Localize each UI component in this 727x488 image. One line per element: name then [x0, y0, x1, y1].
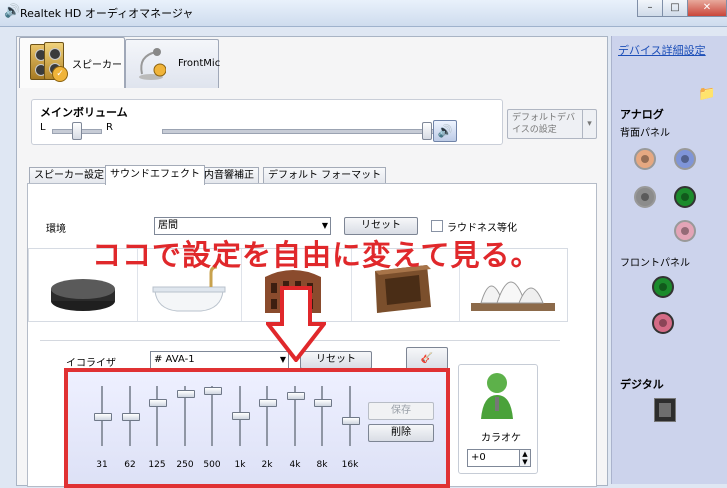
title-bar: 🔊 Realtek HD オーディオマネージャ – □ ✕ — [0, 0, 727, 27]
jack-blue-icon[interactable] — [674, 148, 696, 170]
eq-band-label: 250 — [176, 460, 194, 470]
eq-band-thumb[interactable] — [149, 399, 167, 407]
eq-band-label: 2k — [261, 460, 273, 470]
equalizer-panel: 31 62 125 250 500 1k 2k 4k 8k 16k 保存 削除 — [64, 368, 450, 488]
karaoke-singer-icon — [481, 373, 513, 419]
digital-heading: デジタル — [620, 378, 664, 391]
chevron-down-icon: ▾ — [582, 110, 596, 138]
equalizer-delete-button[interactable]: 削除 — [368, 424, 434, 442]
window-title: Realtek HD オーディオマネージャ — [20, 7, 194, 20]
environment-label: 環境 — [46, 224, 66, 235]
annotation-arrow-icon — [266, 286, 326, 362]
eq-band-track — [349, 386, 351, 446]
default-device-button[interactable]: デフォルトデバイスの設定 ▾ — [507, 109, 597, 139]
eq-band-label: 31 — [96, 460, 108, 470]
sidebar: デバイス詳細設定 📁 アナログ 背面パネル フロントパネル デジタル — [611, 36, 727, 484]
folder-icon[interactable]: 📁 — [698, 86, 715, 102]
eq-band-thumb[interactable] — [287, 392, 305, 400]
jack-green-active-icon[interactable] — [674, 186, 696, 208]
digital-port-icon[interactable] — [654, 398, 676, 422]
eq-band-thumb[interactable] — [259, 399, 277, 407]
balance-right-label: R — [106, 122, 113, 133]
eq-band-label: 1k — [234, 460, 246, 470]
jack-front-pink-icon[interactable] — [652, 312, 674, 334]
eq-band-label: 4k — [289, 460, 301, 470]
eq-band-track — [211, 386, 213, 446]
eq-band-thumb[interactable] — [232, 412, 250, 420]
eq-band-slider[interactable] — [312, 386, 332, 450]
eq-band-track — [321, 386, 323, 446]
jack-orange-icon[interactable] — [634, 148, 656, 170]
jack-gray-icon[interactable] — [634, 186, 656, 208]
eq-band-slider[interactable] — [257, 386, 277, 450]
eq-band-label: 62 — [124, 460, 136, 470]
tab-frontmic-label: FrontMic — [178, 58, 221, 69]
balance-slider-thumb[interactable] — [72, 122, 82, 140]
volume-slider-thumb[interactable] — [422, 122, 432, 140]
default-device-label: デフォルトデバイスの設定 — [512, 113, 576, 135]
eq-band-slider[interactable] — [285, 386, 305, 450]
equalizer-label: イコライザ — [66, 358, 116, 369]
eq-band-slider[interactable] — [147, 386, 167, 450]
eq-band-thumb[interactable] — [204, 387, 222, 395]
eq-band-slider[interactable] — [120, 386, 140, 450]
eq-band-thumb[interactable] — [314, 399, 332, 407]
eq-band-track — [266, 386, 268, 446]
eq-band-thumb[interactable] — [342, 417, 360, 425]
eq-band-label: 500 — [203, 460, 221, 470]
tab-speaker-settings[interactable]: スピーカー設定 — [29, 167, 109, 184]
balance-left-label: L — [40, 122, 46, 133]
eq-band-slider[interactable] — [92, 386, 112, 450]
eq-band-thumb[interactable] — [94, 413, 112, 421]
eq-band-slider[interactable] — [175, 386, 195, 450]
microphone-icon — [139, 48, 166, 80]
analog-heading: アナログ — [620, 108, 664, 121]
jack-pink-icon[interactable] — [674, 220, 696, 242]
eq-band-track — [156, 386, 158, 446]
equalizer-save-button[interactable]: 保存 — [368, 402, 434, 420]
back-panel-label: 背面パネル — [620, 128, 670, 139]
front-panel-label: フロントパネル — [620, 258, 690, 269]
tab-speaker-label: スピーカー — [72, 60, 122, 71]
tab-default-format[interactable]: デフォルト フォーマット — [263, 167, 387, 184]
eq-band-label: 8k — [316, 460, 328, 470]
eq-band-slider[interactable] — [202, 386, 222, 450]
karaoke-group: カラオケ +0 ▲ ▼ — [458, 364, 538, 474]
mute-speaker-icon[interactable]: 🔊 — [433, 120, 457, 142]
karaoke-label: カラオケ — [481, 433, 521, 444]
karaoke-value: +0 — [471, 452, 486, 463]
eq-band-slider[interactable] — [340, 386, 360, 450]
environment-selected: 居間 — [158, 220, 178, 231]
karaoke-value-field[interactable]: +0 — [467, 449, 520, 467]
equalizer-selected: # AVA-1 — [154, 354, 195, 365]
jack-front-green-icon[interactable] — [652, 276, 674, 298]
annotation-text: ココで設定を自由に変えて見る。 — [92, 238, 541, 272]
close-button[interactable]: ✕ — [687, 0, 727, 17]
minimize-button[interactable]: – — [637, 0, 663, 17]
device-advanced-settings-link[interactable]: デバイス詳細設定 — [618, 42, 706, 58]
eq-band-thumb[interactable] — [177, 390, 195, 398]
main-volume-title: メインボリューム — [40, 106, 128, 119]
speaker-app-icon: 🔊 — [4, 4, 21, 19]
check-icon: ✓ — [52, 66, 68, 82]
loudness-checkbox[interactable] — [431, 220, 443, 232]
eq-band-thumb[interactable] — [122, 413, 140, 421]
volume-slider-track — [162, 129, 434, 134]
eq-band-label: 16k — [341, 460, 359, 470]
tab-speaker[interactable]: ✓ スピーカー — [19, 37, 125, 88]
tab-sound-effects[interactable]: サウンドエフェクト — [105, 165, 205, 185]
tab-frontmic[interactable]: FrontMic — [125, 39, 221, 88]
maximize-button[interactable]: □ — [662, 0, 688, 17]
eq-band-label: 125 — [148, 460, 166, 470]
eq-band-slider[interactable] — [230, 386, 250, 450]
karaoke-stepper[interactable]: ▲ ▼ — [519, 449, 531, 467]
